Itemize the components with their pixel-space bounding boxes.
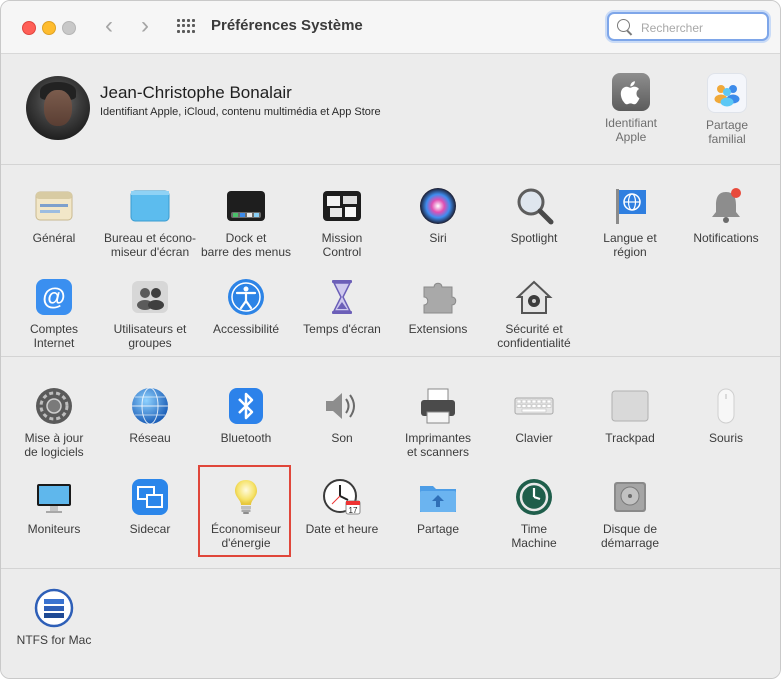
house-lock-icon xyxy=(514,277,554,317)
system-preferences-window: ‹ › Préférences Système Jean-Christophe … xyxy=(0,0,781,679)
pref-printers-scanners[interactable]: Imprimantes et scanners xyxy=(390,386,486,459)
pref-network[interactable]: Réseau xyxy=(102,386,198,445)
sharing-folder-icon xyxy=(418,477,458,517)
pref-sound[interactable]: Son xyxy=(294,386,390,445)
at-icon: @ xyxy=(34,277,74,317)
pref-dock-menubar[interactable]: Dock et barre des menus xyxy=(198,186,294,259)
bluetooth-icon xyxy=(226,386,266,426)
ntfs-icon xyxy=(34,588,74,628)
pref-date-time[interactable]: 17 Date et heure xyxy=(294,477,390,536)
globe-flag-icon xyxy=(610,186,650,226)
gear-update-icon xyxy=(34,386,74,426)
family-sharing-icon xyxy=(707,73,747,113)
time-machine-icon xyxy=(514,477,554,517)
pref-trackpad[interactable]: Trackpad xyxy=(582,386,678,445)
pref-sharing[interactable]: Partage xyxy=(390,477,486,536)
search-icon xyxy=(617,19,630,32)
speaker-icon xyxy=(322,386,362,426)
pref-displays[interactable]: Moniteurs xyxy=(6,477,102,536)
energy-saver-highlight xyxy=(198,465,291,557)
pref-family-sharing[interactable]: Partage familial xyxy=(687,73,767,146)
pref-siri[interactable]: Siri xyxy=(390,186,486,245)
family-sharing-label: Partage familial xyxy=(705,118,749,146)
general-icon xyxy=(34,186,74,226)
pref-software-update[interactable]: Mise à jour de logiciels xyxy=(6,386,102,459)
users-icon xyxy=(130,277,170,317)
hourglass-icon xyxy=(322,277,362,317)
search-field[interactable] xyxy=(607,12,769,41)
pref-desktop-screensaver[interactable]: Bureau et écono-miseur d'écran xyxy=(102,186,198,259)
forward-button[interactable]: › xyxy=(134,12,156,39)
chevron-right-icon: › xyxy=(141,12,149,39)
mouse-icon xyxy=(706,386,746,426)
chevron-left-icon: ‹ xyxy=(105,12,113,39)
pref-accessibility[interactable]: Accessibilité xyxy=(198,277,294,336)
close-button[interactable] xyxy=(22,21,36,35)
pref-sidecar[interactable]: Sidecar xyxy=(102,477,198,536)
pref-time-machine[interactable]: Time Machine xyxy=(486,477,582,550)
pref-ntfs-for-mac[interactable]: NTFS for Mac xyxy=(6,588,102,647)
account-subtitle: Identifiant Apple, iCloud, contenu multi… xyxy=(100,106,381,118)
dock-icon xyxy=(226,186,266,226)
apple-logo-icon xyxy=(612,73,650,111)
svg-text:@: @ xyxy=(42,284,65,311)
accessibility-icon xyxy=(226,277,266,317)
account-name: Jean-Christophe Bonalair xyxy=(100,83,292,102)
pref-extensions[interactable]: Extensions xyxy=(390,277,486,336)
desktop-icon xyxy=(130,186,170,226)
account-banner: Jean-Christophe Bonalair Identifiant App… xyxy=(1,54,780,165)
puzzle-icon xyxy=(418,277,458,317)
pref-startup-disk[interactable]: Disque de démarrage xyxy=(582,477,678,550)
pref-internet-accounts[interactable]: @ Comptes Internet xyxy=(6,277,102,350)
printer-icon xyxy=(418,386,458,426)
pref-security-privacy[interactable]: Sécurité et confidentialité xyxy=(486,277,582,350)
back-button[interactable]: ‹ xyxy=(98,12,120,39)
show-all-grid-icon[interactable] xyxy=(177,19,195,33)
avatar[interactable] xyxy=(26,76,90,140)
trackpad-icon xyxy=(610,386,650,426)
minimize-button[interactable] xyxy=(42,21,56,35)
pref-notifications[interactable]: Notifications xyxy=(678,186,774,245)
window-title: Préférences Système xyxy=(211,17,363,34)
pref-general[interactable]: Général xyxy=(6,186,102,245)
apple-id-label: Identifiant Apple xyxy=(604,116,658,144)
titlebar: ‹ › Préférences Système xyxy=(1,1,780,54)
pref-users-groups[interactable]: Utilisateurs et groupes xyxy=(102,277,198,350)
svg-text:17: 17 xyxy=(349,506,358,515)
pref-keyboard[interactable]: Clavier xyxy=(486,386,582,445)
pref-mouse[interactable]: Souris xyxy=(678,386,774,445)
preferences-section-hardware: Mise à jour de logiciels Réseau Bluetooth… xyxy=(1,357,780,569)
pref-language-region[interactable]: Langue et région xyxy=(582,186,678,259)
siri-icon xyxy=(418,186,458,226)
search-input[interactable] xyxy=(639,17,763,39)
keyboard-icon xyxy=(514,386,554,426)
display-icon xyxy=(34,477,74,517)
network-globe-icon xyxy=(130,386,170,426)
preferences-section-other: NTFS for Mac xyxy=(1,569,780,678)
mission-control-icon xyxy=(322,186,362,226)
pref-apple-id[interactable]: Identifiant Apple xyxy=(591,73,671,144)
preferences-section-personal: Général Bureau et écono-miseur d'écran D… xyxy=(1,165,780,357)
bell-icon xyxy=(706,186,746,226)
sidecar-icon xyxy=(130,477,170,517)
pref-mission-control[interactable]: Mission Control xyxy=(294,186,390,259)
clock-calendar-icon: 17 xyxy=(322,477,362,517)
pref-screen-time[interactable]: Temps d'écran xyxy=(294,277,390,336)
pref-spotlight[interactable]: Spotlight xyxy=(486,186,582,245)
pref-bluetooth[interactable]: Bluetooth xyxy=(198,386,294,445)
zoom-button[interactable] xyxy=(62,21,76,35)
disk-icon xyxy=(610,477,650,517)
spotlight-icon xyxy=(514,186,554,226)
